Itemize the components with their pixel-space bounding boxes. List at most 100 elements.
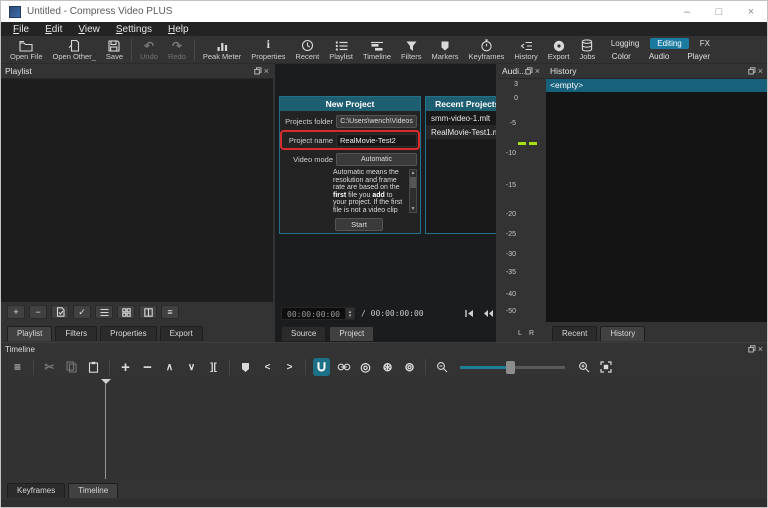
- float-panel-icon[interactable]: [525, 67, 533, 75]
- copy-button[interactable]: [63, 358, 80, 376]
- next-marker-button[interactable]: >: [281, 358, 298, 376]
- playlist-button[interactable]: Playlist: [324, 36, 358, 64]
- snap-magnet-button[interactable]: [313, 358, 330, 376]
- filters-button[interactable]: Filters: [396, 36, 426, 64]
- float-panel-icon[interactable]: [254, 67, 262, 75]
- zoom-out-button[interactable]: [433, 358, 450, 376]
- keyframes-button[interactable]: Keyframes: [464, 36, 510, 64]
- float-panel-icon[interactable]: [748, 67, 756, 75]
- playlist-remove-button[interactable]: −: [29, 305, 47, 319]
- tab-properties[interactable]: Properties: [100, 326, 156, 341]
- tab-playlist[interactable]: Playlist: [7, 326, 52, 341]
- start-button[interactable]: Start: [335, 218, 383, 231]
- menu-settings[interactable]: Settings: [108, 24, 160, 35]
- history-button[interactable]: History: [509, 36, 542, 64]
- close-panel-icon[interactable]: ×: [758, 345, 763, 353]
- peak-meter-button[interactable]: Peak Meter: [198, 36, 246, 64]
- close-panel-icon[interactable]: ×: [758, 67, 763, 75]
- view-as-icons-icon[interactable]: [139, 305, 157, 319]
- save-button[interactable]: Save: [101, 36, 128, 64]
- menu-edit[interactable]: Edit: [37, 24, 70, 35]
- spin-down-icon[interactable]: ▾: [349, 314, 352, 318]
- open-other-button[interactable]: Open Other_: [48, 36, 101, 64]
- append-button[interactable]: +: [117, 358, 134, 376]
- layout-player-button[interactable]: Player: [680, 51, 717, 62]
- playlist-select-check-button[interactable]: ✓: [73, 305, 91, 319]
- tab-recent[interactable]: Recent: [552, 326, 597, 341]
- overwrite-button[interactable]: ∨: [183, 358, 200, 376]
- marker-button[interactable]: [237, 358, 254, 376]
- scroll-down-icon[interactable]: ▼: [411, 206, 416, 212]
- layout-color-button[interactable]: Color: [605, 51, 638, 62]
- timecode-field[interactable]: 00:00:00:00 ▴ ▾: [281, 307, 355, 320]
- layout-editing-button[interactable]: Editing: [650, 38, 688, 49]
- video-mode-button[interactable]: Automatic: [336, 153, 417, 166]
- timeline-button[interactable]: Timeline: [358, 36, 396, 64]
- jobs-button[interactable]: Jobs: [574, 36, 600, 64]
- layout-audio-button[interactable]: Audio: [642, 51, 676, 62]
- history-item-selected[interactable]: <empty>: [546, 79, 767, 92]
- playhead-handle[interactable]: [101, 379, 111, 389]
- tab-timeline[interactable]: Timeline: [68, 483, 118, 498]
- view-as-tiles-icon[interactable]: [117, 305, 135, 319]
- scrollbar-thumb[interactable]: [410, 177, 416, 188]
- tab-project[interactable]: Project: [329, 326, 374, 341]
- scrub-while-dragging-button[interactable]: [335, 358, 352, 376]
- previous-marker-button[interactable]: <: [259, 358, 276, 376]
- split-button[interactable]: ][: [205, 358, 222, 376]
- menu-help[interactable]: Help: [160, 24, 197, 35]
- ripple-all-tracks-button[interactable]: ⊛: [379, 358, 396, 376]
- close-button[interactable]: ×: [735, 1, 767, 22]
- tab-export[interactable]: Export: [160, 326, 203, 341]
- layout-logging-button[interactable]: Logging: [604, 38, 646, 49]
- timeline-zoom-slider[interactable]: [460, 366, 565, 369]
- skip-to-start-button[interactable]: [465, 309, 474, 318]
- db-scale-label: -35: [506, 269, 516, 276]
- zoom-slider-handle[interactable]: [506, 361, 515, 374]
- timeline-menu-button[interactable]: ≡: [9, 358, 26, 376]
- playlist-update-icon[interactable]: [51, 305, 69, 319]
- playhead-line[interactable]: [105, 383, 106, 479]
- close-panel-icon[interactable]: ×: [264, 67, 269, 75]
- recent-button[interactable]: Recent: [290, 36, 324, 64]
- playlist-menu-button[interactable]: ≡: [161, 305, 179, 319]
- playlist-content[interactable]: [1, 78, 273, 302]
- timecode-spinner[interactable]: ▴ ▾: [346, 307, 355, 320]
- ripple-button[interactable]: ◎: [357, 358, 374, 376]
- menu-view[interactable]: View: [70, 24, 108, 35]
- app-window: Untitled - Compress Video PLUS – □ × Fil…: [0, 0, 768, 508]
- cut-button[interactable]: ✂: [41, 358, 58, 376]
- float-panel-icon[interactable]: [748, 345, 756, 353]
- menu-file[interactable]: File: [5, 24, 37, 35]
- lift-button[interactable]: ∧: [161, 358, 178, 376]
- properties-button[interactable]: i Properties: [246, 36, 290, 64]
- zoom-fit-button[interactable]: [597, 358, 614, 376]
- ripple-markers-button[interactable]: ⊚: [401, 358, 418, 376]
- redo-button[interactable]: ↷ Redo: [163, 36, 191, 64]
- undo-button[interactable]: ↶ Undo: [135, 36, 163, 64]
- maximize-button[interactable]: □: [703, 1, 735, 22]
- rewind-button[interactable]: [483, 309, 494, 318]
- paste-button[interactable]: [85, 358, 102, 376]
- playlist-add-button[interactable]: +: [7, 305, 25, 319]
- close-panel-icon[interactable]: ×: [535, 67, 540, 75]
- timecode-value[interactable]: 00:00:00:00: [281, 307, 346, 320]
- list-icon: [335, 38, 348, 52]
- export-button[interactable]: Export: [543, 36, 575, 64]
- tab-filters[interactable]: Filters: [55, 326, 97, 341]
- project-name-input[interactable]: [336, 134, 417, 147]
- tab-source[interactable]: Source: [281, 326, 326, 341]
- open-file-button[interactable]: Open File: [5, 36, 48, 64]
- layout-fx-button[interactable]: FX: [693, 38, 717, 49]
- timeline-track-area[interactable]: [1, 379, 767, 479]
- minimize-button[interactable]: –: [671, 1, 703, 22]
- projects-folder-button[interactable]: C:\Users\wench\Videos: [336, 115, 417, 128]
- ripple-delete-button[interactable]: −: [139, 358, 156, 376]
- description-scrollbar[interactable]: ▲ ▼: [409, 169, 417, 213]
- tab-keyframes[interactable]: Keyframes: [7, 483, 65, 498]
- tab-history[interactable]: History: [600, 326, 645, 341]
- zoom-in-button[interactable]: [575, 358, 592, 376]
- markers-button[interactable]: Markers: [426, 36, 463, 64]
- scroll-up-icon[interactable]: ▲: [411, 170, 416, 176]
- view-as-list-icon[interactable]: [95, 305, 113, 319]
